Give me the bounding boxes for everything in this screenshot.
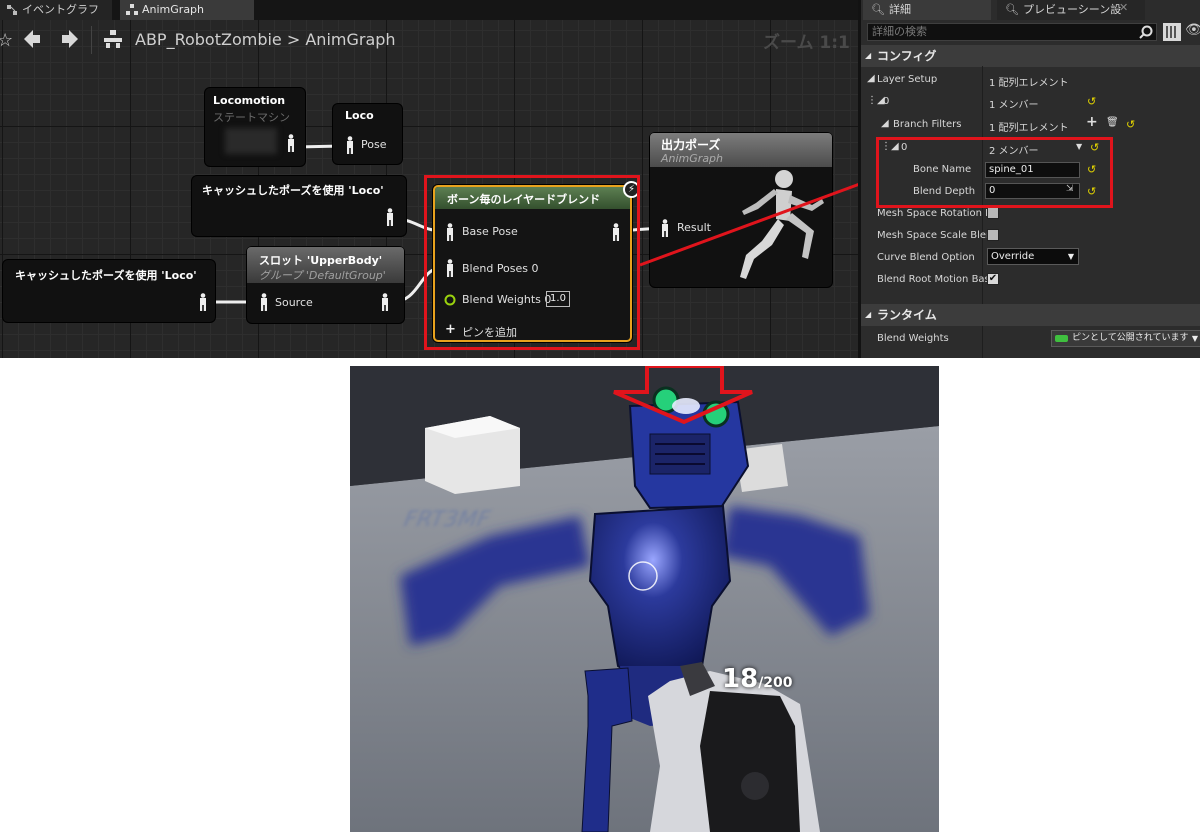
value-branch-filters: 1 配列エレメント	[989, 123, 1069, 134]
section-title: ランタイム	[877, 308, 937, 322]
magnifier-icon: 🔍︎	[1005, 3, 1019, 16]
select-value: Override	[991, 251, 1035, 262]
mesh-space-scale-checkbox[interactable]	[987, 229, 999, 241]
section-runtime[interactable]: ◢ ランタイム	[861, 304, 1200, 326]
label-blend-weights: Blend Weights	[877, 333, 949, 344]
blend-root-motion-checkbox[interactable]: ✔	[987, 273, 999, 285]
curve-blend-option-select[interactable]: Override ▼	[987, 248, 1079, 265]
value-layer-0: 1 メンバー	[989, 100, 1039, 111]
reset-icon[interactable]: ↺	[1126, 118, 1135, 131]
highlight-box	[876, 137, 1113, 208]
close-icon[interactable]: ✕	[1119, 1, 1128, 14]
ammo-total: /200	[758, 675, 793, 691]
view-options-icon[interactable]	[1163, 23, 1181, 41]
ammo-counter: 18/200	[722, 664, 793, 694]
reset-icon[interactable]: ↺	[1087, 95, 1096, 108]
collapse-arrow-icon: ◢	[865, 310, 872, 319]
pin-exposed-icon	[1055, 335, 1068, 342]
label-layer-0: 0	[883, 96, 890, 107]
blend-weights-pin-select[interactable]: ピンとして公開されています ▼	[1051, 330, 1200, 347]
chevron-down-icon: ▼	[1067, 252, 1074, 261]
game-scene: FRT3MF	[350, 366, 939, 832]
game-viewport: FRT3MF	[350, 366, 939, 832]
section-config[interactable]: ◢ コンフィグ	[861, 45, 1200, 67]
svg-text:FRT3MF: FRT3MF	[400, 507, 495, 532]
label-branch-filters: Branch Filters	[893, 119, 962, 130]
tab-label: 詳細	[889, 3, 911, 16]
label-curve-blend-option: Curve Blend Option	[877, 252, 975, 263]
search-icon[interactable]	[1139, 25, 1153, 39]
label-mesh-space-scale: Mesh Space Scale Blen	[877, 230, 993, 241]
tab-details[interactable]: 🔍︎ 詳細	[863, 0, 991, 20]
magnifier-icon: 🔍︎	[871, 3, 885, 16]
value-layer-setup: 1 配列エレメント	[989, 78, 1069, 89]
trash-icon[interactable]: 🗑	[1106, 117, 1119, 128]
ammo-current: 18	[722, 664, 759, 694]
mesh-space-rotation-checkbox[interactable]	[987, 207, 999, 219]
details-search-input[interactable]: 詳細の検索	[867, 23, 1157, 41]
select-value: ピンとして公開されています	[1072, 333, 1189, 343]
collapse-arrow-icon[interactable]: ◢	[867, 73, 875, 84]
add-element-icon[interactable]: +	[1086, 114, 1098, 130]
eye-icon[interactable]: 👁	[1185, 22, 1200, 38]
label-mesh-space-rotation: Mesh Space Rotation B	[877, 208, 993, 219]
label-layer-setup: Layer Setup	[877, 74, 938, 85]
anim-graph-editor: イベントグラフ AnimGraph ☆ ABP_RobotZombie > An…	[0, 0, 1200, 358]
section-title: コンフィグ	[877, 49, 937, 63]
collapse-arrow-icon: ◢	[865, 51, 872, 60]
collapse-arrow-icon[interactable]: ◢	[881, 118, 889, 129]
tab-label: プレビューシーン設	[1023, 3, 1122, 16]
chevron-down-icon: ▼	[1191, 334, 1198, 343]
label-blend-root-motion: Blend Root Motion Base	[877, 274, 996, 285]
